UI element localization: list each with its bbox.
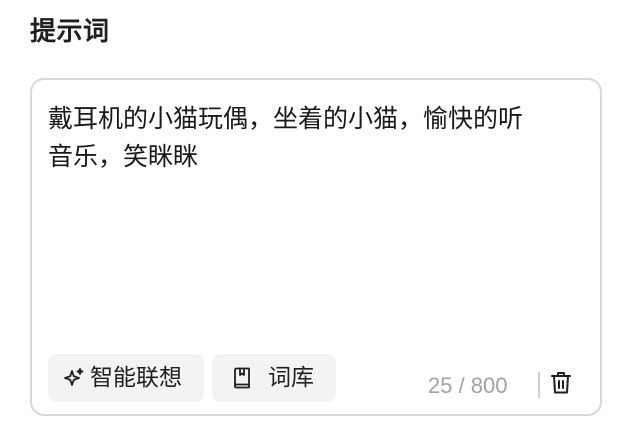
trash-icon bbox=[550, 370, 572, 400]
word-library-label: 词库 bbox=[268, 365, 314, 391]
section-title: 提示词 bbox=[30, 17, 110, 47]
prompt-panel: 提示词 戴耳机的小猫玩偶，坐着的小猫，愉快的听音乐，笑眯眯 智能联想 词库 25… bbox=[0, 0, 638, 448]
clear-button[interactable] bbox=[548, 370, 574, 400]
counter-divider bbox=[538, 372, 540, 398]
char-counter: 25 / 800 bbox=[428, 373, 508, 398]
sparkle-icon bbox=[62, 366, 86, 390]
word-library-button[interactable]: 词库 bbox=[212, 354, 336, 402]
smart-association-label: 智能联想 bbox=[90, 365, 182, 391]
prompt-textarea[interactable]: 戴耳机的小猫玩偶，坐着的小猫，愉快的听音乐，笑眯眯 智能联想 词库 25 / 8… bbox=[30, 78, 602, 416]
prompt-text[interactable]: 戴耳机的小猫玩偶，坐着的小猫，愉快的听音乐，笑眯眯 bbox=[48, 100, 528, 176]
book-icon bbox=[230, 366, 254, 390]
smart-association-button[interactable]: 智能联想 bbox=[48, 354, 204, 402]
